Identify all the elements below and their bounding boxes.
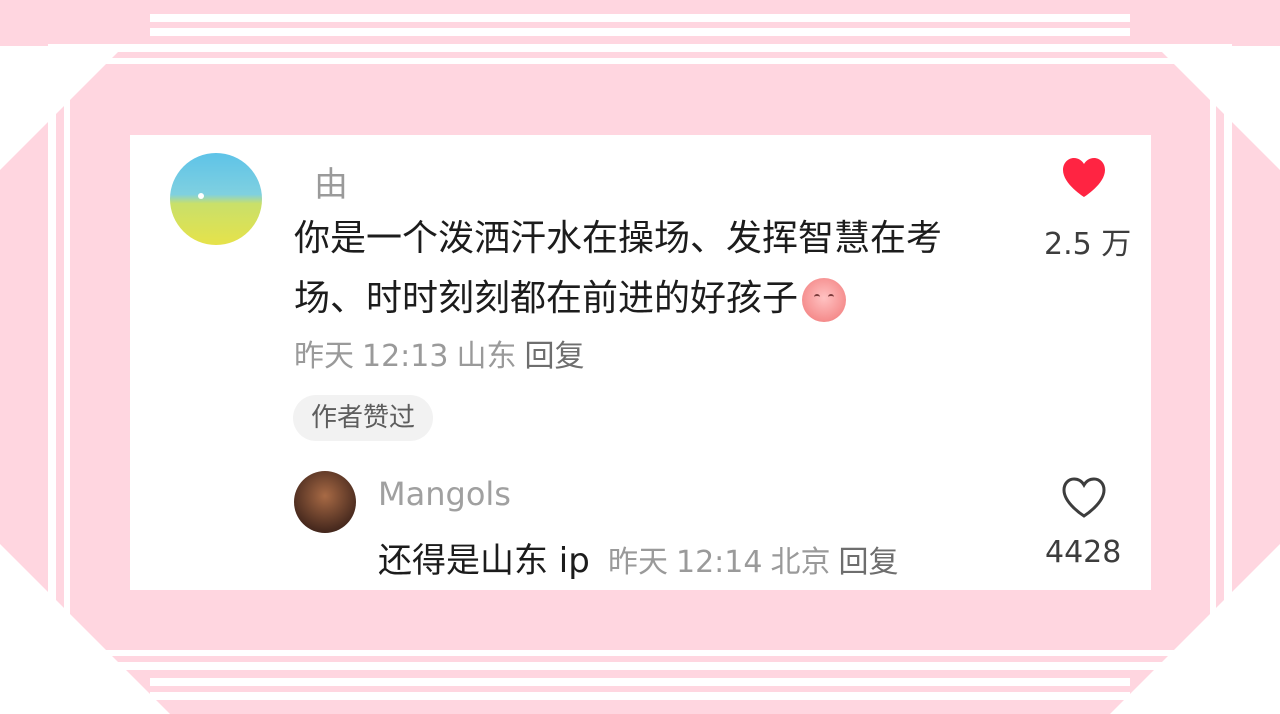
reply-reply-button[interactable]: 回复 xyxy=(838,545,898,580)
stripe-decoration-bottom xyxy=(150,692,1130,700)
stripe-decoration-bottom-2 xyxy=(150,678,1130,686)
comment-date: 昨天 xyxy=(294,339,354,374)
comment-body: 你是一个泼洒汗水在操场、发挥智慧在考场、时时刻刻都在前进的好孩子 xyxy=(294,209,994,329)
commenter-username[interactable]: 由 xyxy=(314,157,348,206)
reply-like-count: 4428 xyxy=(1045,535,1122,570)
commenter-avatar[interactable] xyxy=(170,153,262,245)
stripe-decoration-top xyxy=(150,14,1130,22)
reply-username[interactable]: Mangols xyxy=(378,475,511,513)
author-liked-badge: 作者赞过 xyxy=(293,395,434,441)
reply-date: 昨天 xyxy=(608,545,668,580)
comment-meta: 昨天 12:13 山东 回复 xyxy=(294,331,592,375)
reply-location: 北京 xyxy=(770,545,831,580)
reply-user-avatar[interactable] xyxy=(294,471,356,533)
comment-time: 12:13 xyxy=(362,339,449,374)
stripe-decoration-top-2 xyxy=(150,28,1130,36)
reply-time: 12:14 xyxy=(676,545,763,580)
comment-card: 由 你是一个泼洒汗水在操场、发挥智慧在考场、时时刻刻都在前进的好孩子 昨天 12:… xyxy=(130,135,1151,590)
heart-filled-icon[interactable] xyxy=(1061,157,1107,199)
reply-text: 还得是山东 ip xyxy=(378,541,590,581)
peach-face-emoji-icon xyxy=(802,278,847,322)
top-band xyxy=(0,0,1280,46)
like-count: 2.5 万 xyxy=(1044,227,1132,262)
heart-outline-icon[interactable] xyxy=(1061,477,1107,519)
reply-button[interactable]: 回复 xyxy=(524,339,584,374)
comment-location: 山东 xyxy=(456,339,517,374)
avatar-flower-detail xyxy=(198,193,204,199)
reply-meta: 昨天 12:14 北京 回复 xyxy=(608,537,906,581)
